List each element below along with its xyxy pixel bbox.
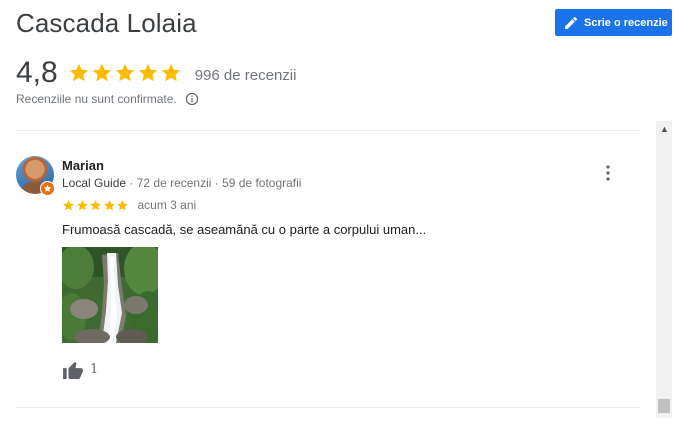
star-icon (76, 199, 88, 210)
star-icon (138, 63, 157, 82)
star-icon (63, 199, 74, 210)
local-guide-badge-icon (40, 181, 55, 196)
reviewer-name[interactable]: Marian (62, 158, 104, 173)
average-rating: 4,8 (16, 56, 58, 89)
star-icon (103, 199, 115, 210)
scroll-thumb[interactable] (658, 399, 670, 413)
like-button[interactable]: 1 (62, 360, 98, 379)
pencil-icon (563, 15, 579, 31)
thumbs-up-icon (63, 361, 83, 379)
star-icon (90, 199, 101, 210)
reviewer-stats: · 72 de recenzii · 59 de fotografii (126, 176, 302, 190)
star-icon (69, 63, 88, 82)
rating-stars (68, 62, 183, 84)
write-review-button[interactable]: Scrie o recenzie (555, 9, 672, 36)
info-icon[interactable] (185, 92, 199, 106)
review-rating: acum 3 ani (62, 198, 196, 212)
total-review-count: 996 de recenzii (194, 67, 297, 84)
like-count: 1 (90, 362, 99, 377)
divider (16, 130, 640, 131)
star-icon (92, 63, 111, 82)
review-text: Frumoasă cascadă, se aseamănă cu o parte… (62, 222, 427, 237)
review-time: acum 3 ani (137, 198, 197, 212)
page-title: Cascada Lolaia (16, 8, 197, 38)
write-review-label: Scrie o recenzie (584, 16, 668, 29)
divider (16, 407, 640, 408)
review-photo[interactable] (62, 247, 158, 343)
star-icon (115, 63, 134, 82)
local-guide-label: Local Guide (62, 176, 127, 190)
unconfirmed-text: Recenziile nu sunt confirmate. (16, 92, 177, 106)
rating-summary: 4,8 996 de recenzii (16, 56, 296, 90)
avatar[interactable] (16, 156, 55, 196)
reviewer-meta: Local Guide · 72 de recenzii · 59 de fot… (62, 176, 301, 190)
unconfirmed-note: Recenziile nu sunt confirmate. (16, 92, 199, 106)
star-icon (117, 199, 128, 210)
scroll-up-icon[interactable]: ▲ (660, 125, 669, 134)
scrollbar[interactable]: ▲ (656, 121, 672, 418)
more-options-icon[interactable] (601, 163, 615, 183)
star-icon (161, 63, 180, 82)
